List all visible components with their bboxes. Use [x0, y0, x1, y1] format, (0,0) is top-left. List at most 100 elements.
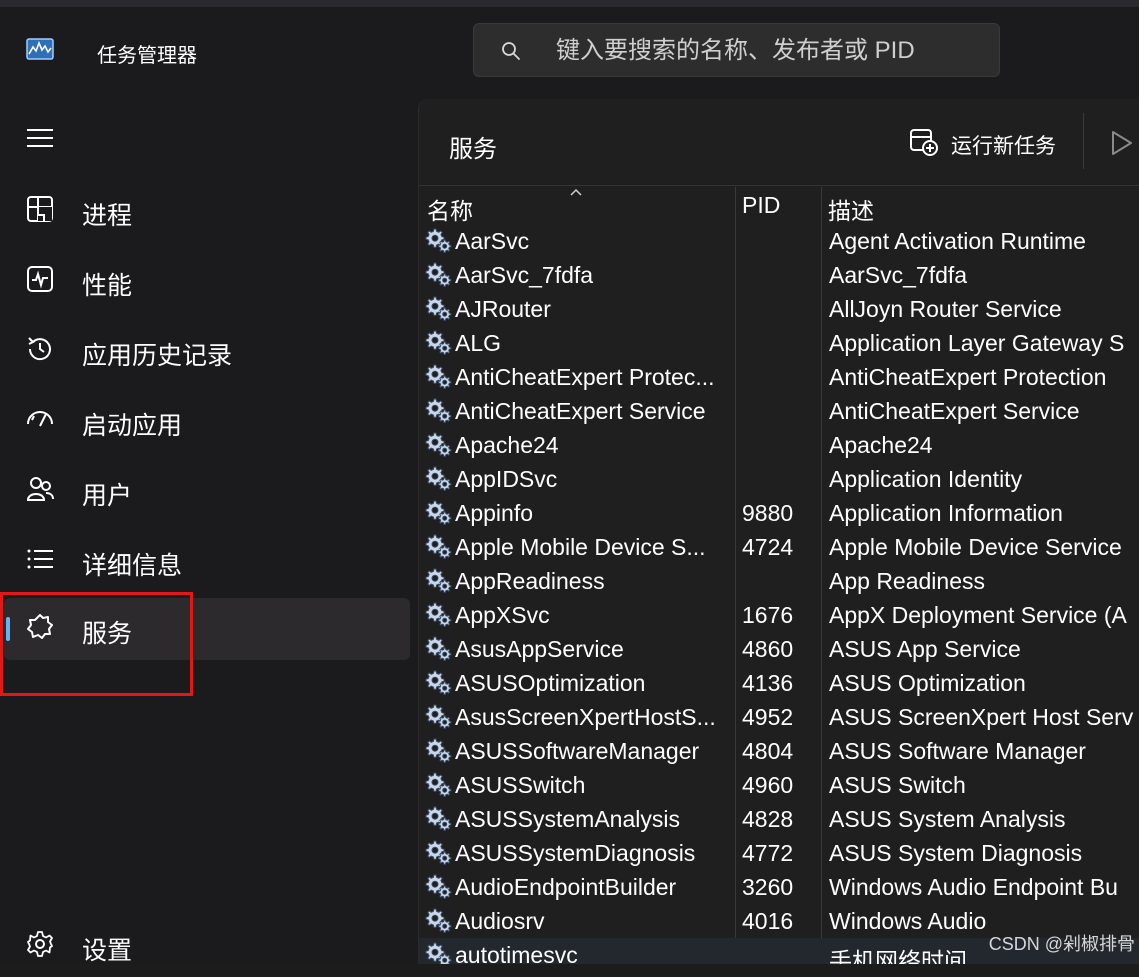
service-name: ASUSSwitch	[455, 772, 586, 798]
table-row[interactable]: AJRouter AllJoyn Router Service	[419, 292, 1139, 326]
service-pid: 4016	[742, 908, 794, 934]
services-icon	[27, 614, 53, 639]
sidebar-item-services[interactable]: 服务	[4, 598, 410, 660]
table-row[interactable]: AppReadiness App Readiness	[419, 564, 1139, 598]
column-header-description[interactable]: 描述	[828, 192, 874, 226]
users-icon	[26, 477, 54, 501]
service-gear-icon	[425, 805, 452, 831]
sidebar-item-details[interactable]: 详细信息	[0, 530, 410, 592]
table-row[interactable]: ASUSSwitch 4960 ASUS Switch	[419, 768, 1139, 802]
table-row[interactable]: AudioEndpointBuilder 3260 Windows Audio En…	[419, 870, 1139, 904]
service-description: AntiCheatExpert Protection	[829, 364, 1107, 390]
table-row[interactable]: Apache24 Apache24	[419, 428, 1139, 462]
service-pid: 3260	[742, 874, 794, 900]
service-name: AarSvc	[455, 228, 530, 254]
sidebar-item-app-history[interactable]: 应用历史记录	[0, 320, 410, 382]
service-pid: 4136	[742, 670, 794, 696]
sidebar-item-label: 服务	[82, 620, 133, 648]
table-row[interactable]: AppIDSvc Application Identity	[419, 462, 1139, 496]
sidebar-item-startup-apps[interactable]: 启动应用	[0, 390, 410, 452]
service-pid: 4952	[742, 704, 794, 730]
sidebar-item-users[interactable]: 用户	[0, 460, 410, 522]
service-description: App Readiness	[829, 568, 985, 594]
table-row[interactable]: ASUSSoftwareManager 4804 ASUS Software Man…	[419, 734, 1139, 768]
sidebar-item-performance[interactable]: 性能	[0, 250, 410, 312]
app-title: 任务管理器	[97, 45, 197, 67]
service-pid: 9880	[742, 500, 794, 526]
watermark: CSDN @剁椒排骨	[988, 934, 1135, 954]
table-row[interactable]: Appinfo 9880 Application Information	[419, 496, 1139, 530]
sidebar-item-label: 设置	[82, 937, 133, 965]
sidebar-item-processes[interactable]: 进程	[0, 180, 410, 242]
service-description: AntiCheatExpert Service	[829, 398, 1080, 424]
service-pid: 4960	[742, 772, 794, 798]
table-row[interactable]: ASUSOptimization 4136 ASUS Optimization	[419, 666, 1139, 700]
table-row[interactable]: AntiCheatExpert Service AntiCheatExpert S…	[419, 394, 1139, 428]
task-manager-logo-icon	[26, 38, 54, 60]
service-gear-icon	[425, 329, 452, 355]
column-header-name[interactable]: 名称	[427, 192, 473, 226]
table-row[interactable]: ASUSSystemAnalysis 4828 ASUS System Analys…	[419, 802, 1139, 836]
service-description: ASUS ScreenXpert Host Serv	[829, 704, 1134, 730]
performance-icon	[27, 266, 53, 292]
table-row[interactable]: AarSvc_7fdfa AarSvc_7fdfa	[419, 258, 1139, 292]
service-description: Agent Activation Runtime	[829, 228, 1086, 254]
table-row[interactable]: ASUSSystemDiagnosis 4772 ASUS System Diagn…	[419, 836, 1139, 870]
service-pid: 4860	[742, 636, 794, 662]
service-gear-icon	[425, 363, 452, 389]
service-description: AllJoyn Router Service	[829, 296, 1062, 322]
column-header-pid[interactable]: PID	[742, 192, 780, 219]
service-name: Audiosrv	[455, 908, 545, 934]
service-name: ALG	[455, 330, 502, 356]
page-title: 服务	[449, 136, 497, 163]
service-name: AntiCheatExpert Protec...	[455, 364, 715, 390]
app-history-icon	[28, 337, 51, 361]
table-row[interactable]: AsusAppService 4860 ASUS App Service	[419, 632, 1139, 666]
main-panel: 服务 运行新任务 名称 PID 描述 AarSvc Agent Activati…	[418, 99, 1139, 964]
search-input[interactable]	[554, 32, 988, 70]
service-pid: 1676	[742, 602, 794, 628]
toolbar-divider	[419, 185, 1139, 186]
services-table: 名称 PID 描述 AarSvc Agent Activation Runtime…	[419, 187, 1139, 964]
service-description: Application Information	[829, 500, 1063, 526]
search-box[interactable]	[473, 23, 1000, 77]
table-row[interactable]: AntiCheatExpert Protec... AntiCheatExpert…	[419, 360, 1139, 394]
service-pid: 4828	[742, 806, 794, 832]
title-bar: 任务管理器	[0, 0, 1139, 100]
service-gear-icon	[425, 703, 452, 729]
table-row[interactable]: AarSvc Agent Activation Runtime	[419, 224, 1139, 258]
service-gear-icon	[425, 941, 452, 964]
service-name: Apple Mobile Device S...	[455, 534, 706, 560]
hamburger-menu-icon[interactable]	[24, 122, 56, 154]
table-row[interactable]: AppXSvc 1676 AppX Deployment Service (A	[419, 598, 1139, 632]
service-name: AntiCheatExpert Service	[455, 398, 706, 424]
task-manager-window: 任务管理器 进程	[0, 0, 1139, 965]
service-description: ASUS Optimization	[829, 670, 1026, 696]
service-description: Apple Mobile Device Service	[829, 534, 1122, 560]
table-row[interactable]: ALG Application Layer Gateway S	[419, 326, 1139, 360]
table-row[interactable]: Apple Mobile Device S... 4724 Apple Mobile…	[419, 530, 1139, 564]
top-strip	[0, 0, 1139, 7]
sidebar-item-settings[interactable]: 设置	[0, 915, 410, 977]
service-gear-icon	[425, 533, 452, 559]
table-row[interactable]: AsusScreenXpertHostS... 4952 ASUS ScreenXp…	[419, 700, 1139, 734]
service-name: AppReadiness	[455, 568, 605, 594]
run-new-task-button[interactable]: 运行新任务	[909, 125, 1061, 165]
service-name: AarSvc_7fdfa	[455, 262, 594, 288]
service-description: AarSvc_7fdfa	[829, 262, 968, 288]
table-header: 名称 PID 描述	[419, 187, 1139, 226]
service-pid: 4724	[742, 534, 794, 560]
service-gear-icon	[425, 499, 452, 525]
service-description: ASUS Software Manager	[829, 738, 1086, 764]
service-gear-icon	[425, 839, 452, 865]
service-description: Apache24	[829, 432, 933, 458]
service-description: Application Layer Gateway S	[829, 330, 1125, 356]
start-service-icon[interactable]	[1109, 128, 1135, 158]
toolbar-separator	[1083, 113, 1084, 169]
service-gear-icon	[425, 261, 452, 287]
service-name: ASUSOptimization	[455, 670, 646, 696]
sidebar-item-label: 详细信息	[82, 552, 183, 580]
gear-icon	[27, 931, 53, 957]
service-description: ASUS System Diagnosis	[829, 840, 1083, 866]
service-name: AudioEndpointBuilder	[455, 874, 677, 900]
